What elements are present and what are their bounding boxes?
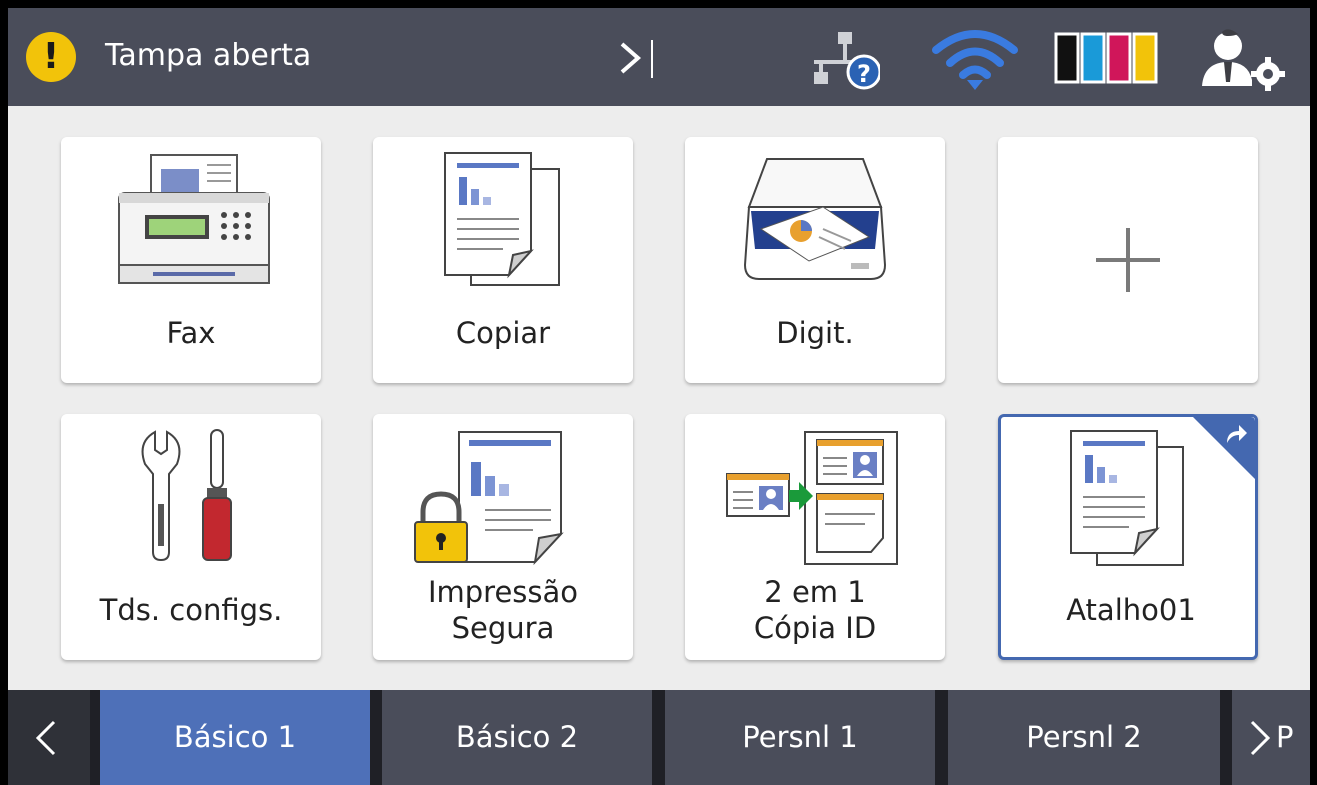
- shortcut-tile[interactable]: Atalho01: [998, 414, 1258, 660]
- tile-label: 2 em 1 Cópia ID: [685, 574, 945, 646]
- admin-settings-icon[interactable]: [1194, 24, 1294, 94]
- id-copy-tile[interactable]: 2 em 1 Cópia ID: [685, 414, 945, 660]
- scanner-icon: [743, 158, 887, 280]
- tile-label: Atalho01: [1066, 593, 1196, 627]
- tile-label: Impressão Segura: [373, 574, 633, 646]
- tile-label: Tds. configs.: [99, 593, 283, 627]
- chevron-right-icon[interactable]: [1244, 718, 1276, 758]
- tab-basico-1[interactable]: Básico 1: [100, 690, 370, 785]
- tile-label-line1: Impressão: [427, 575, 579, 609]
- fax-tile[interactable]: Fax: [61, 137, 321, 383]
- add-shortcut-tile[interactable]: [998, 137, 1258, 383]
- plus-icon: [1096, 228, 1160, 292]
- tools-icon: [141, 429, 232, 562]
- shortcut-icon: [1070, 430, 1184, 566]
- svg-text:?: ?: [857, 60, 871, 88]
- ink-levels-icon[interactable]: [1054, 32, 1160, 84]
- tile-label-line2: Segura: [451, 611, 555, 645]
- wifi-icon[interactable]: [930, 26, 1020, 92]
- copy-tile[interactable]: Copiar: [373, 137, 633, 383]
- tab-persnl-2[interactable]: Persnl 2: [948, 690, 1220, 785]
- tab-basico-2[interactable]: Básico 2: [382, 690, 652, 785]
- tile-label-line1: 2 em 1: [764, 575, 866, 609]
- tile-label: Digit.: [776, 316, 854, 350]
- network-help-icon[interactable]: ?: [808, 28, 880, 92]
- secure-print-icon: [414, 431, 564, 566]
- status-bar: ! Tampa aberta ?: [8, 8, 1310, 106]
- chevron-right-icon[interactable]: [608, 34, 668, 82]
- tab-persnl-1[interactable]: Persnl 1: [665, 690, 935, 785]
- secure-print-tile[interactable]: Impressão Segura: [373, 414, 633, 660]
- copy-icon: [444, 152, 560, 286]
- fax-icon: [118, 154, 270, 284]
- scan-tile[interactable]: Digit.: [685, 137, 945, 383]
- status-message[interactable]: Tampa aberta: [105, 38, 311, 74]
- tile-label-line2: Cópia ID: [753, 611, 877, 645]
- warning-icon[interactable]: !: [26, 32, 76, 82]
- id-copy-icon: [726, 431, 898, 565]
- tab-prev-button[interactable]: [8, 690, 90, 785]
- tab-bar: Básico 1 Básico 2 Persnl 1 Persnl 2 P: [8, 690, 1310, 785]
- chevron-left-icon: [35, 720, 56, 756]
- tile-label: Fax: [166, 316, 216, 350]
- tile-label: Copiar: [455, 316, 551, 350]
- home-screen: ! Tampa aberta ? Fax Copiar Digit. Tds. …: [8, 8, 1310, 785]
- all-settings-tile[interactable]: Tds. configs.: [61, 414, 321, 660]
